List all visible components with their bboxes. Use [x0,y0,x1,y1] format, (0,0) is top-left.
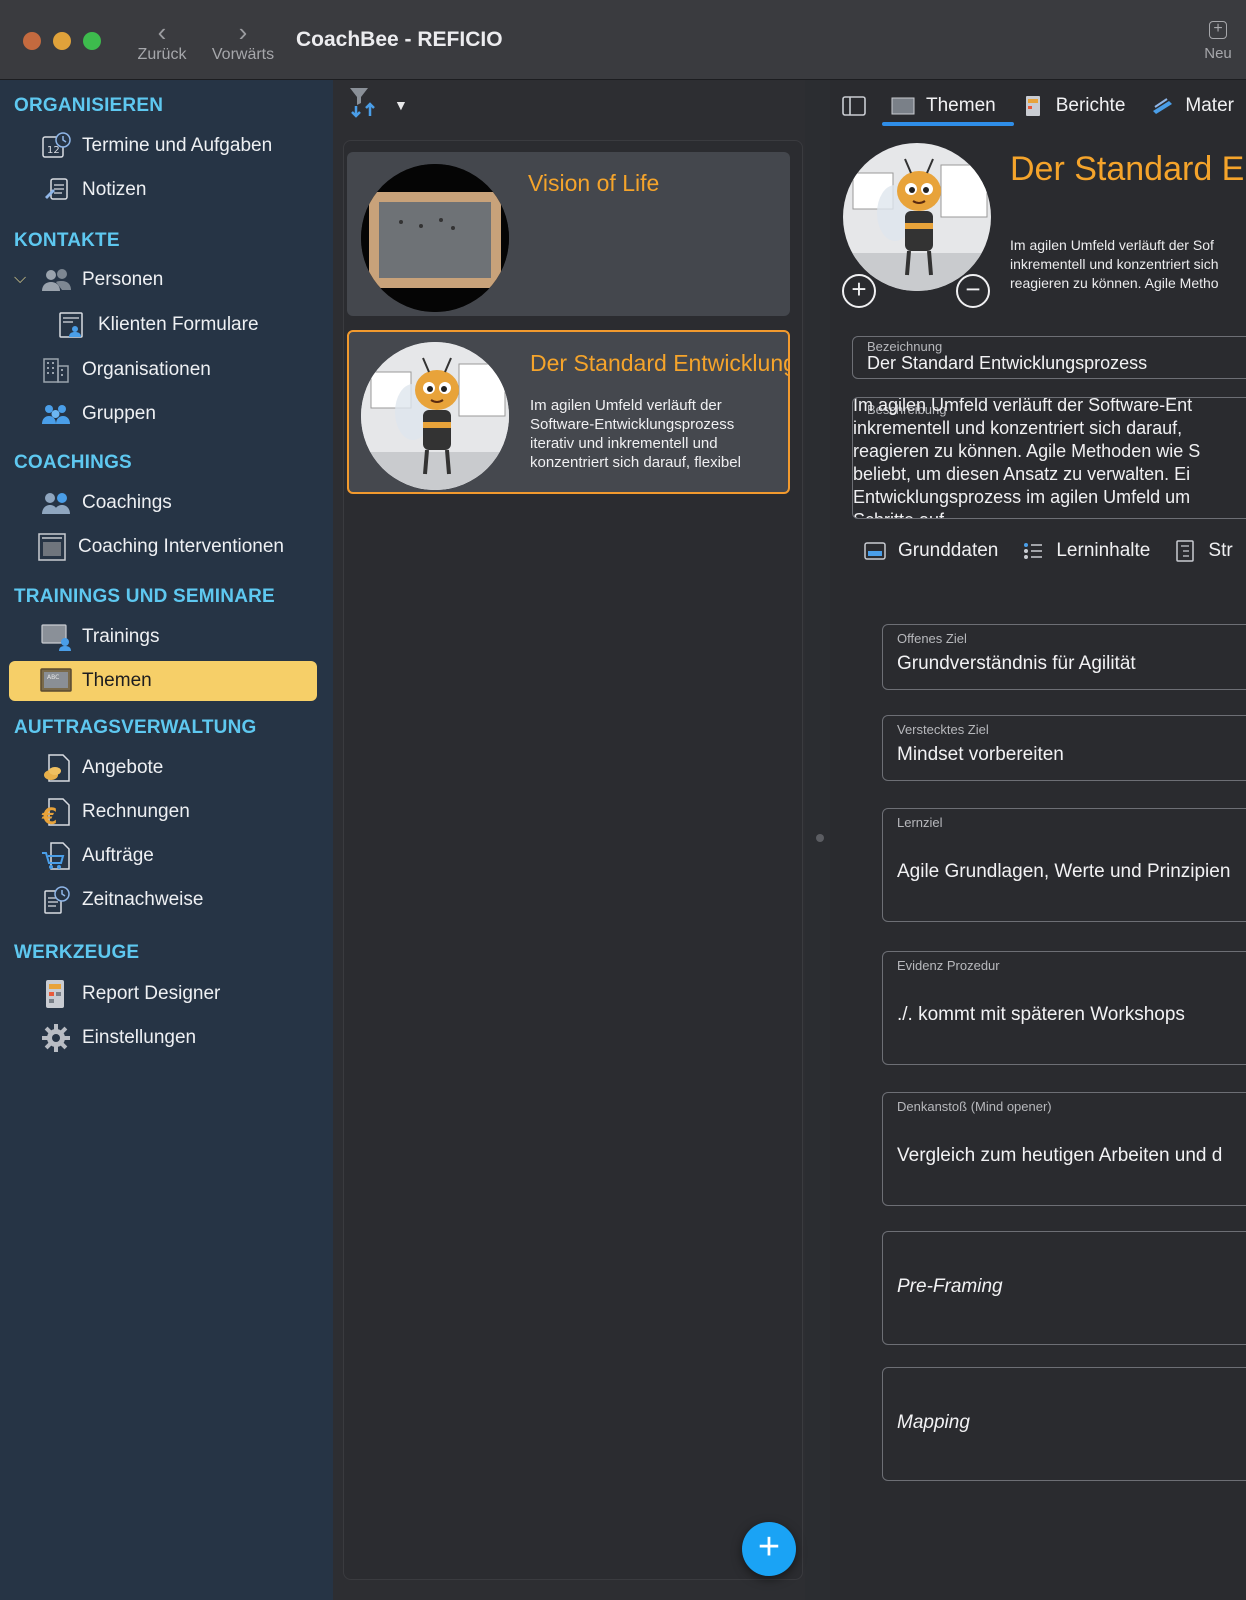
sidebar-item-organisationen[interactable]: Organisationen [0,350,333,390]
dropdown-caret-icon: ▼ [394,96,408,113]
detail-subtabs: Grunddaten Lerninhalte Str [864,540,1246,562]
coaching-icon [40,487,72,519]
section-trainings: TRAININGS UND SEMINARE [14,586,275,607]
plus-icon: + [757,1526,781,1568]
structure-icon [1174,540,1196,562]
list-item-selected[interactable]: Der Standard Entwicklungsprozess Im agil… [347,330,790,494]
card-title: Vision of Life [528,170,660,196]
subtab-lerninhalte[interactable]: Lerninhalte [1022,540,1150,562]
topic-avatar[interactable] [843,143,991,291]
sidebar-item-themen[interactable]: ABC Themen [9,661,317,701]
chevron-right-icon: › [238,17,248,47]
minimize-window-button[interactable] [53,32,71,50]
sidebar-toggle-button[interactable] [842,96,866,116]
svg-text:ABC: ABC [47,674,59,681]
tab-themen[interactable]: Themen [890,95,996,117]
sort-filter-icon [348,86,382,123]
sidebar-item-angebote[interactable]: Angebote [0,748,333,788]
form-icon [56,309,88,341]
detail-header-description: Im agilen Umfeld verläuft der Sof inkrem… [1010,237,1219,291]
notes-icon [40,174,72,206]
sidebar-item-coachings[interactable]: Coachings [0,483,333,523]
mapping-field[interactable]: Mapping [882,1367,1246,1481]
sidebar-item-personen[interactable]: Personen [0,260,333,300]
building-icon [40,354,72,386]
remove-image-button[interactable]: − [956,274,990,308]
verstecktes-ziel-field[interactable]: Verstecktes Ziel Mindset vorbereiten [882,715,1246,781]
topic-thumbnail [361,164,509,312]
section-coachings: COACHINGS [14,452,132,473]
card-title: Der Standard Entwicklungsprozess [530,350,788,376]
material-icon [1149,95,1175,117]
pre-framing-field[interactable]: Pre-Framing [882,1231,1246,1345]
sidebar-item-einstellungen[interactable]: Einstellungen [0,1018,333,1058]
sidebar-item-notizen[interactable]: Notizen [0,170,333,210]
plus-circle-icon: + [851,274,867,304]
section-kontakte: KONTAKTE [14,230,120,251]
title-bar: ‹ Zurück › Vorwärts CoachBee - REFICIO +… [0,0,1246,80]
offenes-ziel-field[interactable]: Offenes Ziel Grundverständnis für Agilit… [882,624,1246,690]
board-icon [36,531,68,563]
subtab-struktur[interactable]: Str [1174,540,1233,562]
sidebar-item-gruppen[interactable]: Gruppen [0,394,333,434]
section-auftragsverwaltung: AUFTRAGSVERWALTUNG [14,717,257,738]
subtab-grunddaten[interactable]: Grunddaten [864,540,998,562]
chevron-left-icon: ‹ [157,17,167,47]
list-icon [1022,540,1044,562]
card-icon [864,540,886,562]
add-image-button[interactable]: + [842,274,876,308]
section-organisieren: ORGANISIEREN [14,95,164,116]
evidenz-prozedur-field[interactable]: Evidenz Prozedur ./. kommt mit späteren … [882,951,1246,1065]
detail-title: Der Standard En [1010,150,1246,188]
zoom-window-button[interactable] [83,32,101,50]
euro-invoice-icon: € [40,796,72,828]
back-button[interactable]: ‹ Zurück [132,18,192,64]
window-title: CoachBee - REFICIO [296,28,503,51]
timesheet-icon [40,884,72,916]
gear-icon [40,1022,72,1054]
report-icon [1020,95,1046,117]
sidebar-item-report-designer[interactable]: Report Designer [0,974,333,1014]
sidebar-item-zeitnachweise[interactable]: Zeitnachweise [0,880,333,920]
bezeichnung-field[interactable]: Bezeichnung Der Standard Entwicklungspro… [852,336,1246,379]
minus-circle-icon: − [965,274,981,304]
tab-material[interactable]: Mater [1149,95,1234,117]
svg-text:€: € [41,805,57,827]
new-button[interactable]: + Neu [1198,20,1238,63]
beschreibung-value: Im agilen Umfeld verläuft der Software-E… [853,397,1201,518]
group-icon [40,398,72,430]
offer-icon [40,752,72,784]
add-topic-button[interactable]: + [742,1522,796,1576]
forward-button[interactable]: › Vorwärts [206,18,280,64]
split-view-handle[interactable] [816,834,824,842]
abc-board-icon [890,95,916,117]
bee-thumbnail [361,342,509,490]
calendar-clock-icon: 12 [40,130,72,162]
svg-text:12: 12 [47,145,60,156]
section-werkzeuge: WERKZEUGE [14,942,140,963]
list-item[interactable]: Vision of Life [347,152,790,316]
bezeichnung-value: Der Standard Entwicklungsprozess [867,353,1148,373]
sort-filter-control[interactable]: ▼ [348,86,408,123]
active-tab-indicator [882,122,1014,126]
denkanstoss-field[interactable]: Denkanstoß (Mind opener) Vergleich zum h… [882,1092,1246,1206]
abc-board-icon: ABC [40,665,72,697]
report-icon [40,978,72,1010]
detail-tabs: Themen Berichte Mater [842,88,1246,124]
people-icon [40,264,72,296]
sidebar-item-klienten-formulare[interactable]: Klienten Formulare [0,305,333,345]
close-window-button[interactable] [23,32,41,50]
card-description: Im agilen Umfeld verläuft der Software-E… [530,397,741,471]
beschreibung-field[interactable]: Beschreibung Im agilen Umfeld verläuft d… [852,397,1246,519]
cart-icon [40,840,72,872]
lernziel-field[interactable]: Lernziel Agile Grundlagen, Werte und Pri… [882,808,1246,922]
training-icon [40,621,72,653]
plus-square-icon: + [1209,21,1227,39]
tab-berichte[interactable]: Berichte [1020,95,1125,117]
sidebar-item-auftraege[interactable]: Aufträge [0,836,333,876]
sidebar-item-coaching-interventionen[interactable]: Coaching Interventionen [0,527,333,567]
sidebar-item-rechnungen[interactable]: € Rechnungen [0,792,333,832]
sidebar-item-trainings[interactable]: Trainings [0,617,333,657]
sidebar-item-termine[interactable]: 12 Termine und Aufgaben [0,126,333,166]
